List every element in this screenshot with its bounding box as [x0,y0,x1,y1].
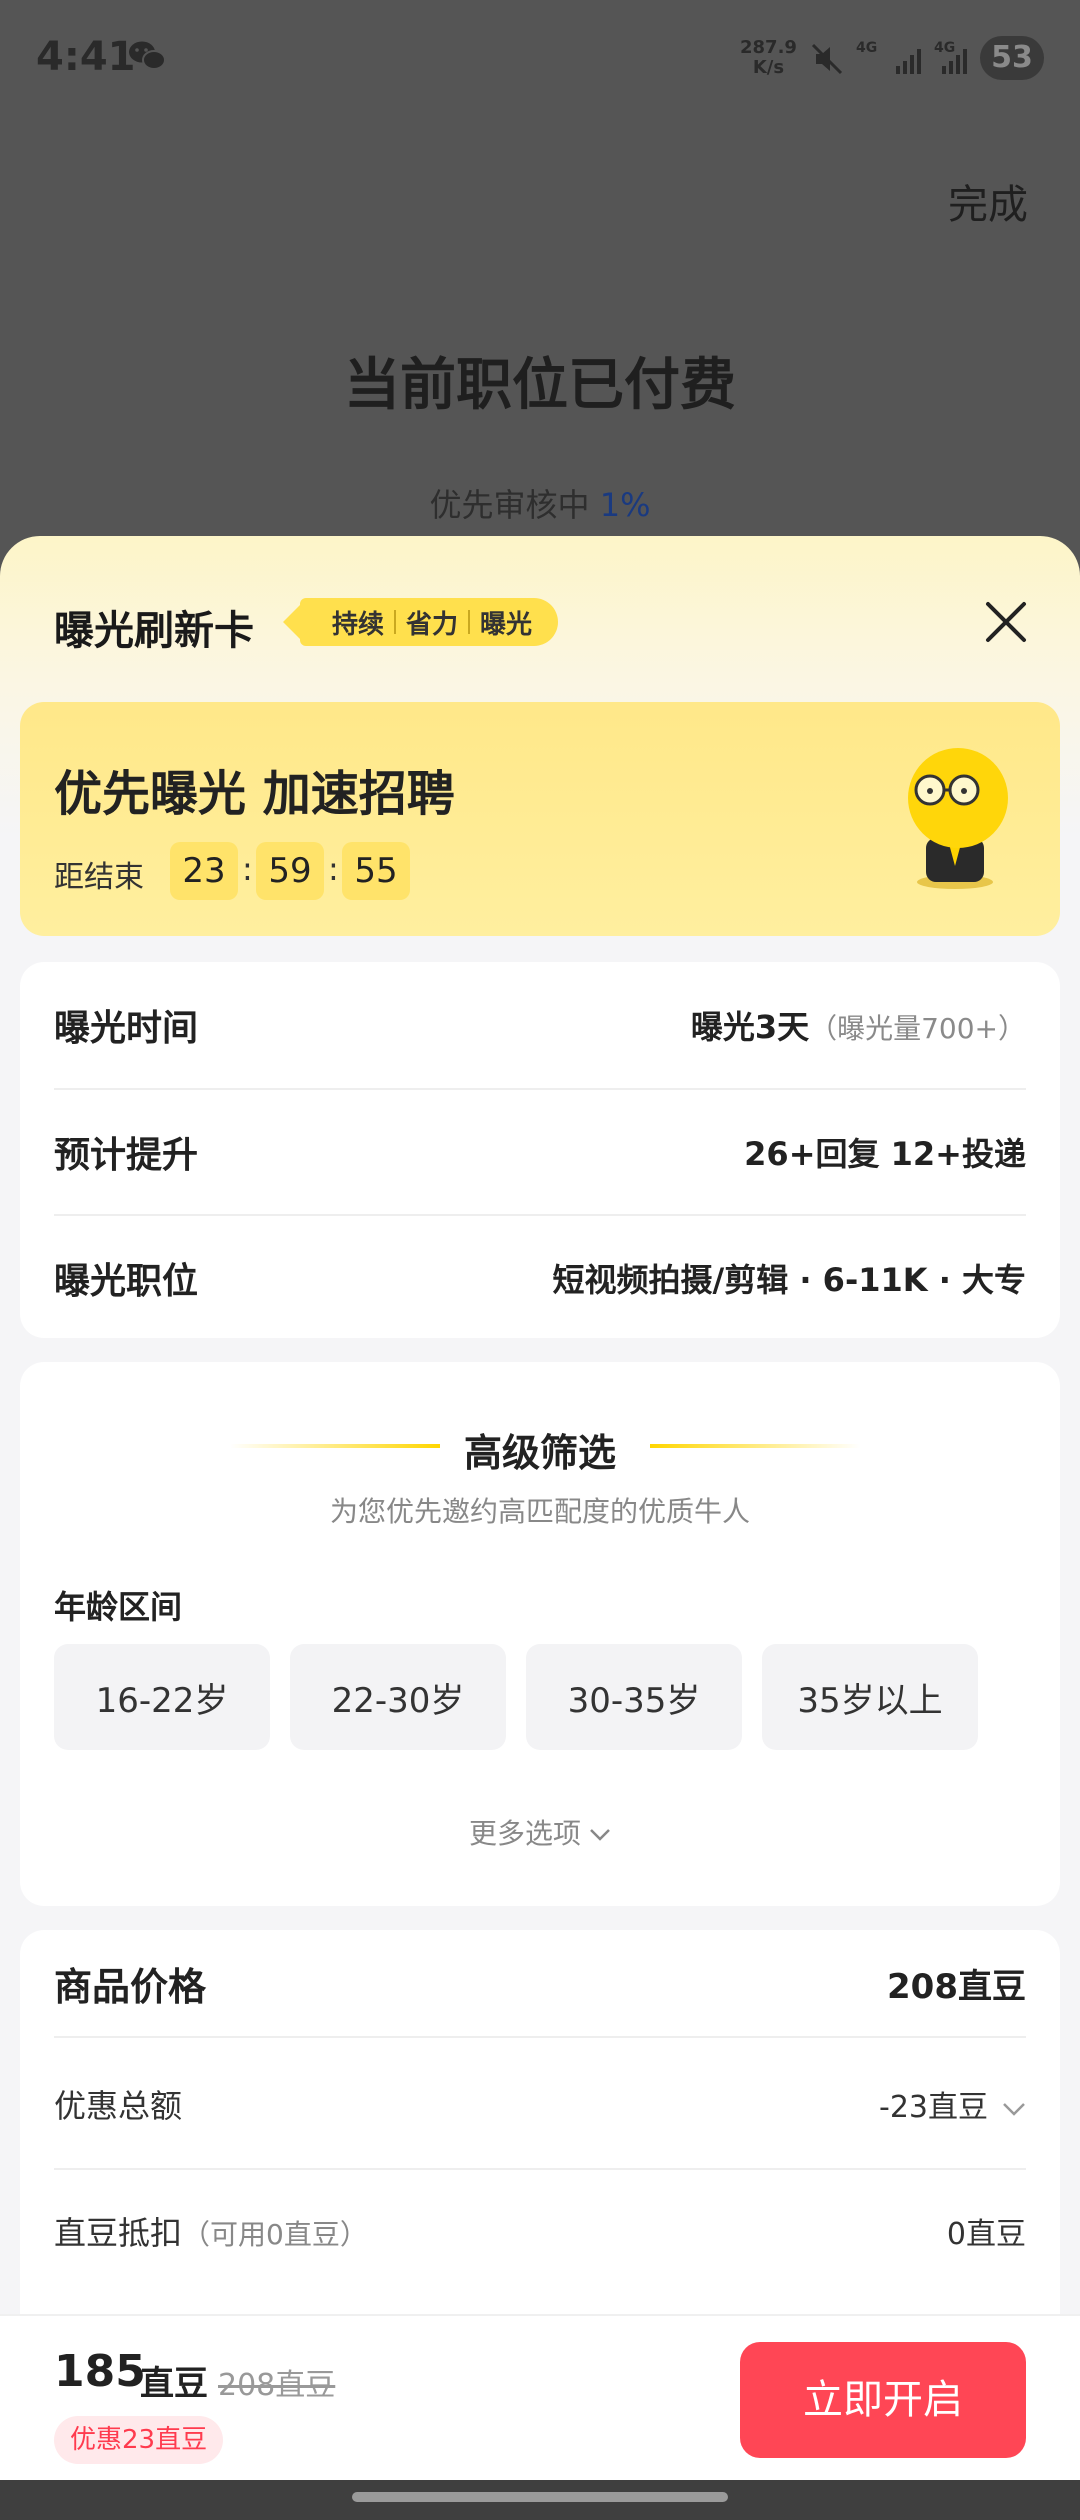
bean-deduction-value: 0直豆 [946,2217,1026,2252]
info-value: 26+回复 12+投递 [744,1135,1026,1173]
activate-now-button[interactable]: 立即开启 [740,2342,1026,2458]
age-option-22-30[interactable]: 22-30岁 [290,1644,506,1750]
review-status: 优先审核中 1% [0,480,1080,526]
discount-amount: -23直豆 [879,2090,988,2125]
goods-price-label: 商品价格 [54,1964,207,2009]
home-indicator[interactable] [352,2492,728,2502]
info-row-expected-boost: 预计提升 26+回复 12+投递 [54,1088,1026,1214]
countdown-hours: 23 [170,842,238,900]
info-row-exposure-time: 曝光时间 曝光3天（曝光量700+） [54,962,1026,1088]
final-amount-unit: 直豆 [140,2364,208,2404]
age-option-30-35[interactable]: 30-35岁 [526,1644,742,1750]
navigation-bar [0,2480,1080,2520]
checkout-bar: 185 直豆 208直豆 优惠23直豆 立即开启 [0,2314,1080,2480]
signal-icon [942,49,967,74]
discount-total-label: 优惠总额 [54,2087,183,2125]
countdown-label: 距结束 [54,860,144,895]
status-time: 4:41 [36,34,136,80]
discount-badge: 优惠23直豆 [54,2416,224,2464]
more-options-label: 更多选项 [468,1817,581,1850]
countdown-seconds: 55 [342,842,410,900]
filter-subtitle: 为您优先邀约高匹配度的优质牛人 [329,1495,750,1528]
info-row-exposure-job: 曝光职位 短视频拍摄/剪辑 · 6-11K · 大专 [54,1214,1026,1340]
info-value: 曝光3天（曝光量700+） [691,1002,1026,1048]
info-value-main: 曝光3天 [690,1008,810,1046]
mute-icon [811,43,843,75]
deduction-label-sub: （可用0直豆） [182,2218,368,2251]
net-type-1: 4G [856,40,878,56]
mascot-icon [908,748,1008,889]
info-key: 曝光时间 [54,1008,199,1049]
advanced-filter-card: 高级筛选 为您优先邀约高匹配度的优质牛人 年龄区间 16-22岁 22-30岁 … [20,1362,1060,1906]
age-option-35-plus[interactable]: 35岁以上 [762,1644,978,1750]
original-price: 208直豆 [218,2368,336,2403]
tag: 曝光 [480,609,533,640]
info-key: 预计提升 [54,1135,199,1176]
feature-tags: 持续 省力 曝光 [300,598,559,646]
wechat-icon [129,41,166,70]
info-key: 曝光职位 [54,1261,199,1302]
signal-icon [896,49,921,74]
goods-price-value: 208直豆 [887,1966,1026,2007]
review-progress: 1% [599,486,651,524]
discount-total-value: -23直豆 [879,2082,1026,2126]
battery-icon: 53 [980,36,1044,80]
countdown-minutes: 59 [256,842,324,900]
goods-price-row: 商品价格 208直豆 [54,1930,1026,2038]
close-icon[interactable] [984,600,1028,644]
exposure-card-sheet: 曝光刷新卡 持续 省力 曝光 优先曝光 加速招聘 距结束 23 : 59 : 5… [0,536,1080,2480]
age-range-label: 年龄区间 [54,1588,183,1626]
age-option-16-22[interactable]: 16-22岁 [54,1644,270,1750]
review-status-text: 优先审核中 [429,486,590,524]
discount-total-row[interactable]: 优惠总额 -23直豆 [54,2040,1026,2170]
chevron-down-icon [1003,2102,1025,2116]
promo-headline: 优先曝光 加速招聘 [54,766,455,822]
info-value-sub: （曝光量700+） [809,1012,1026,1045]
bean-deduction-label: 直豆抵扣（可用0直豆） [54,2208,368,2254]
bean-deduction-row: 直豆抵扣（可用0直豆） 0直豆 [54,2172,1026,2290]
deduction-label-main: 直豆抵扣 [54,2214,183,2252]
chevron-down-icon [590,1829,610,1841]
network-speed: 287.9 K/s [740,38,797,78]
done-button[interactable]: 完成 [948,172,1028,230]
filter-title: 高级筛选 [463,1431,616,1475]
exposure-info-card: 曝光时间 曝光3天（曝光量700+） 预计提升 26+回复 12+投递 曝光职位… [20,962,1060,1338]
age-range-options: 16-22岁 22-30岁 30-35岁 35岁以上 [54,1644,978,1750]
final-amount: 185 [54,2346,146,2397]
sheet-title: 曝光刷新卡 [54,608,254,654]
page-title: 当前职位已付费 [344,353,736,418]
tag: 省力 [406,609,459,640]
tag: 持续 [332,609,385,640]
status-bar: 4:41 287.9 K/s 4G 4G 53 [0,0,1080,120]
countdown-separator: : [242,850,253,888]
speed-unit: K/s [752,57,785,78]
info-value: 短视频拍摄/剪辑 · 6-11K · 大专 [552,1261,1026,1299]
countdown-separator: : [328,850,339,888]
promo-banner: 优先曝光 加速招聘 距结束 23 : 59 : 55 [20,702,1060,936]
speed-value: 287.9 [740,37,797,58]
more-options-button[interactable]: 更多选项 [20,1812,1060,1852]
